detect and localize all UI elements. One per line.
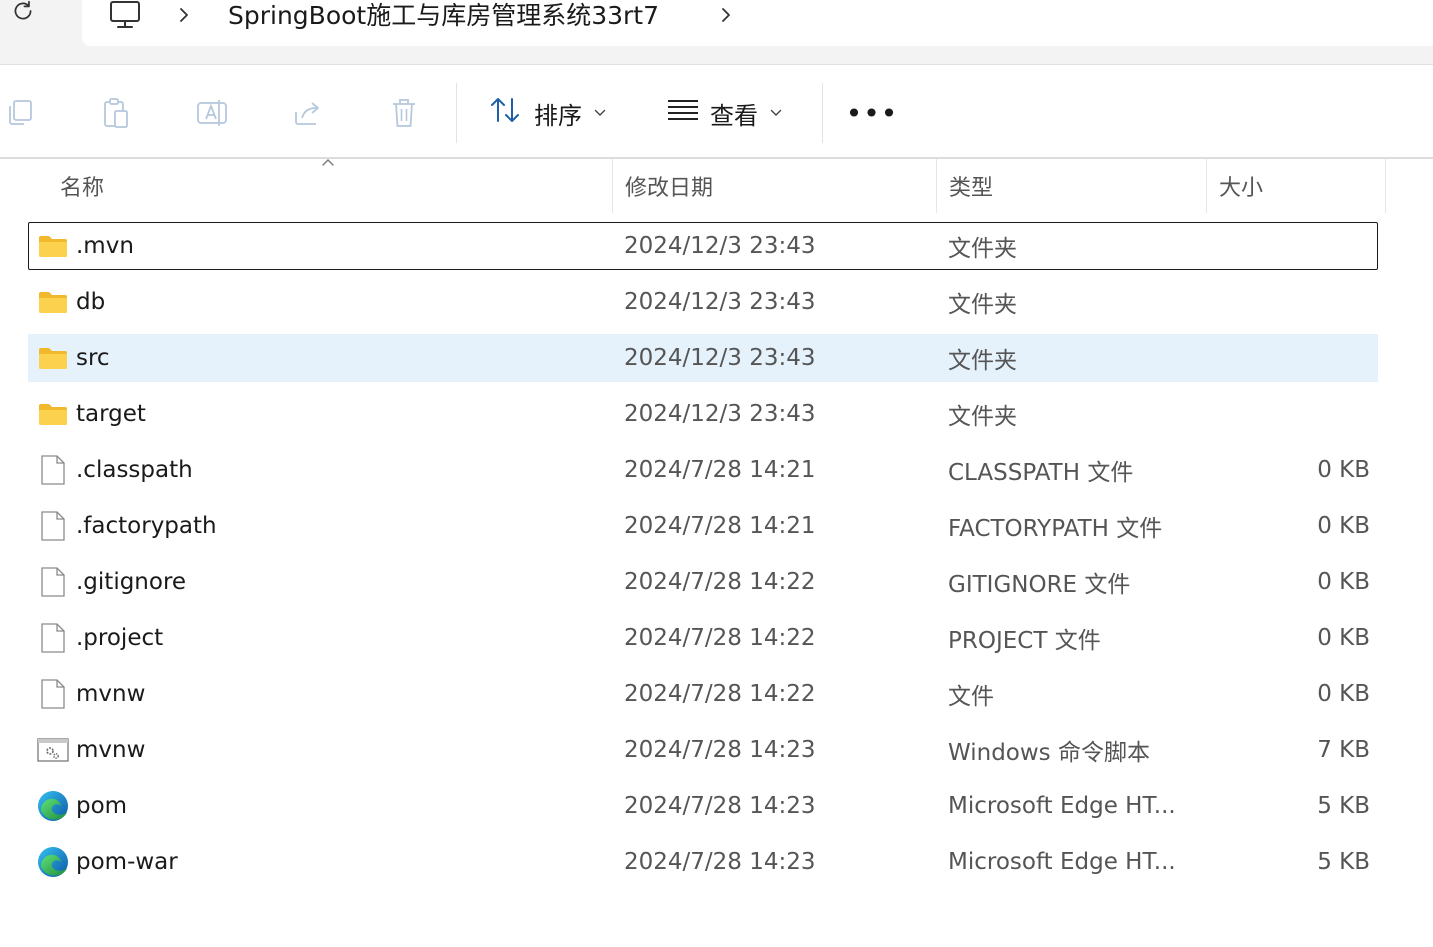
toolbar-divider: [456, 83, 457, 143]
column-header-type[interactable]: 类型: [936, 159, 1206, 213]
file-row[interactable]: .gitignore 2024/7/28 14:22 GITIGNORE 文件 0 K…: [28, 558, 1378, 606]
delete-icon[interactable]: [386, 95, 422, 131]
file-date: 2024/7/28 14:21: [624, 457, 816, 483]
edge-icon: [36, 838, 70, 886]
file-name: .classpath: [76, 457, 193, 483]
file-name: .project: [76, 625, 164, 651]
view-list-icon: [666, 97, 700, 129]
file-size: 0 KB: [1317, 681, 1370, 707]
file-date: 2024/7/28 14:22: [624, 681, 816, 707]
folder-icon: [36, 222, 70, 270]
file-list: .mvn 2024/12/3 23:43 文件夹 db 2024/12/3 23:43 文…: [28, 222, 1378, 894]
command-bar: 排序 查看 •••: [0, 65, 1433, 159]
file-type: Microsoft Edge HT...: [948, 793, 1176, 819]
file-name: target: [76, 401, 146, 427]
refresh-icon[interactable]: [6, 0, 40, 28]
this-pc-icon[interactable]: [108, 0, 142, 32]
file-row[interactable]: pom-war 2024/7/28 14:23 Microsoft Edge HT.…: [28, 838, 1378, 886]
view-label: 查看: [710, 101, 758, 130]
file-row[interactable]: mvnw 2024/7/28 14:22 文件 0 KB: [28, 670, 1378, 718]
chevron-down-icon: [770, 105, 782, 121]
file-size: 0 KB: [1317, 569, 1370, 595]
file-icon: [36, 558, 70, 606]
column-header-name[interactable]: 名称: [48, 159, 612, 213]
file-date: 2024/12/3 23:43: [624, 289, 816, 315]
edge-icon: [36, 782, 70, 830]
file-size: 0 KB: [1317, 513, 1370, 539]
sort-label: 排序: [534, 101, 582, 130]
file-type: 文件夹: [948, 348, 1017, 374]
file-date: 2024/7/28 14:23: [624, 793, 816, 819]
file-icon: [36, 502, 70, 550]
file-row[interactable]: .project 2024/7/28 14:22 PROJECT 文件 0 KB: [28, 614, 1378, 662]
file-name: mvnw: [76, 737, 146, 763]
toolbar-divider: [822, 83, 823, 143]
file-icon: [36, 446, 70, 494]
rename-icon[interactable]: [194, 95, 230, 131]
file-date: 2024/12/3 23:43: [624, 233, 816, 259]
file-row[interactable]: db 2024/12/3 23:43 文件夹: [28, 278, 1378, 326]
file-name: pom-war: [76, 849, 178, 875]
file-date: 2024/7/28 14:21: [624, 513, 816, 539]
chevron-right-icon[interactable]: [714, 0, 738, 32]
address-bar: SpringBoot施工与库房管理系统33rt7: [0, 0, 1433, 65]
file-name: src: [76, 345, 110, 371]
breadcrumb-folder[interactable]: SpringBoot施工与库房管理系统33rt7: [228, 0, 659, 32]
file-name: .gitignore: [76, 569, 187, 595]
file-type: 文件夹: [948, 236, 1017, 262]
file-name: .factorypath: [76, 513, 217, 539]
sort-icon: [488, 95, 524, 131]
file-date: 2024/7/28 14:23: [624, 849, 816, 875]
file-date: 2024/7/28 14:23: [624, 737, 816, 763]
file-row[interactable]: .classpath 2024/7/28 14:21 CLASSPATH 文件 0 K…: [28, 446, 1378, 494]
file-type: CLASSPATH 文件: [948, 460, 1134, 486]
chevron-right-icon[interactable]: [172, 0, 196, 32]
file-date: 2024/12/3 23:43: [624, 401, 816, 427]
folder-icon: [36, 390, 70, 438]
file-name: .mvn: [76, 233, 134, 259]
file-row[interactable]: pom 2024/7/28 14:23 Microsoft Edge HT... 5 …: [28, 782, 1378, 830]
file-name: db: [76, 289, 106, 315]
view-button[interactable]: 查看: [666, 89, 782, 137]
copy-icon[interactable]: [2, 95, 38, 131]
folder-icon: [36, 278, 70, 326]
folder-icon: [36, 334, 70, 382]
file-name: pom: [76, 793, 128, 819]
file-date: 2024/7/28 14:22: [624, 569, 816, 595]
file-type: 文件夹: [948, 292, 1017, 318]
file-size: 5 KB: [1317, 849, 1370, 875]
file-type: 文件夹: [948, 404, 1017, 430]
file-date: 2024/12/3 23:43: [624, 345, 816, 371]
file-type: Microsoft Edge HT...: [948, 849, 1176, 875]
file-row[interactable]: mvnw 2024/7/28 14:23 Windows 命令脚本 7 KB: [28, 726, 1378, 774]
file-name: mvnw: [76, 681, 146, 707]
file-size: 0 KB: [1317, 625, 1370, 651]
file-icon: [36, 614, 70, 662]
file-size: 0 KB: [1317, 457, 1370, 483]
column-header-date[interactable]: 修改日期: [612, 159, 936, 213]
file-row[interactable]: .factorypath 2024/7/28 14:21 FACTORYPATH 文…: [28, 502, 1378, 550]
column-header-size[interactable]: 大小: [1206, 159, 1386, 213]
more-options-button[interactable]: •••: [846, 93, 898, 133]
file-row[interactable]: src 2024/12/3 23:43 文件夹: [28, 334, 1378, 382]
file-type: FACTORYPATH 文件: [948, 516, 1163, 542]
file-size: 7 KB: [1317, 737, 1370, 763]
file-type: GITIGNORE 文件: [948, 572, 1131, 598]
file-type: 文件: [948, 684, 994, 710]
share-icon[interactable]: [290, 95, 326, 131]
chevron-down-icon: [594, 105, 606, 121]
file-icon: [36, 670, 70, 718]
file-type: Windows 命令脚本: [948, 740, 1150, 766]
file-type: PROJECT 文件: [948, 628, 1101, 654]
file-row[interactable]: .mvn 2024/12/3 23:43 文件夹: [28, 222, 1378, 270]
column-headers: 名称 修改日期 类型 大小: [0, 159, 1433, 213]
file-size: 5 KB: [1317, 793, 1370, 819]
paste-icon[interactable]: [98, 95, 134, 131]
sort-button[interactable]: 排序: [488, 89, 606, 137]
file-date: 2024/7/28 14:22: [624, 625, 816, 651]
script-icon: [36, 726, 70, 774]
file-row[interactable]: target 2024/12/3 23:43 文件夹: [28, 390, 1378, 438]
